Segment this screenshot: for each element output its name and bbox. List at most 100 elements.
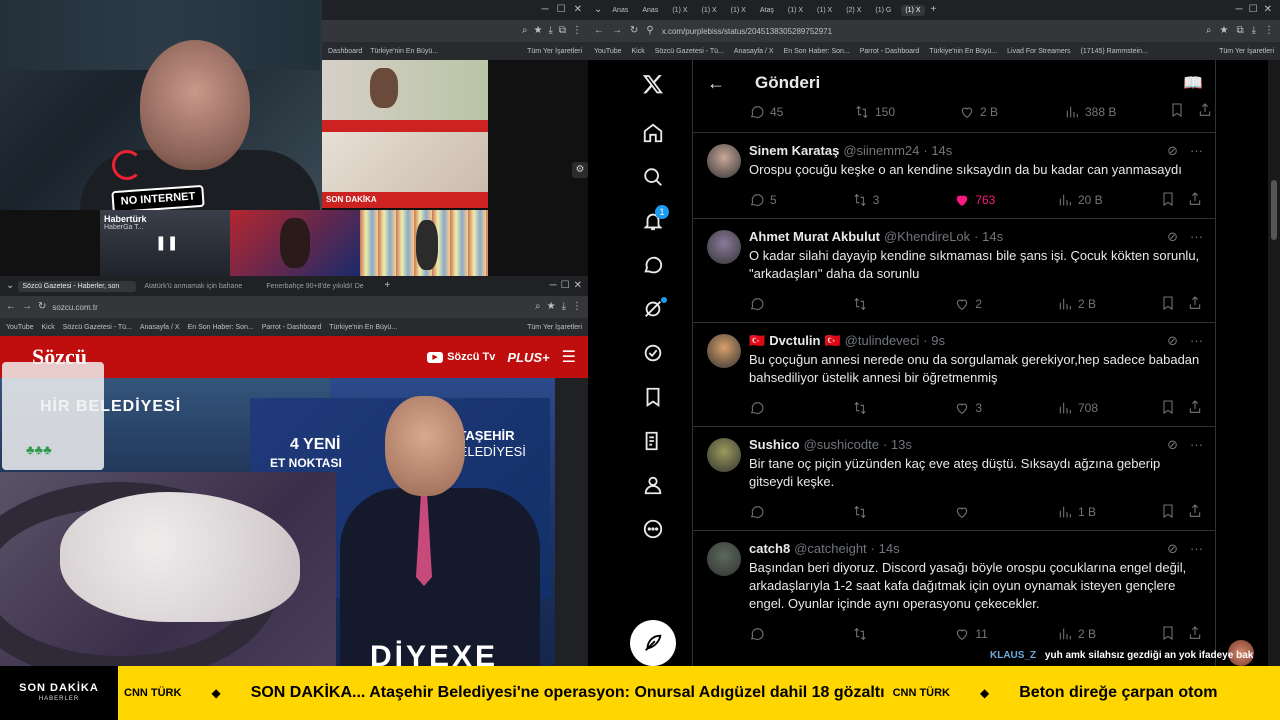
avatar[interactable] xyxy=(707,334,741,368)
reader-icon[interactable]: 📖 xyxy=(1183,73,1203,93)
author-name[interactable]: catch8 xyxy=(749,541,790,557)
grok-icon[interactable]: ⊘ xyxy=(1167,229,1178,245)
share-button[interactable] xyxy=(1187,503,1203,522)
messages-icon[interactable] xyxy=(633,247,673,283)
bookmark-all[interactable]: Tüm Yer İşaretleri xyxy=(527,48,582,55)
post-time[interactable]: · 13s xyxy=(883,437,912,453)
bookmark-turkiye[interactable]: Türkiye'nin En Büyü... xyxy=(929,48,997,55)
maximize-icon[interactable]: ☐ xyxy=(561,281,570,291)
views-button[interactable]: 1 B xyxy=(1057,504,1160,520)
author-handle[interactable]: @sushicodte xyxy=(804,437,879,453)
zoom-icon[interactable]: ⌕ xyxy=(1206,26,1212,36)
sozcu-tv-link[interactable]: ▶ Sözcü Tv xyxy=(427,351,495,363)
more-options-icon[interactable]: ··· xyxy=(1190,437,1203,453)
tab[interactable]: (1) X xyxy=(668,5,691,16)
profile-icon[interactable] xyxy=(633,467,673,503)
zoom-icon[interactable]: ⌕ xyxy=(535,302,541,312)
bookmark-sozcu[interactable]: Sözcü Gazetesi - Tü... xyxy=(655,48,724,55)
bookmark-dashboard[interactable]: Dashboard xyxy=(328,48,362,55)
bookmark-ensonhaber[interactable]: En Son Haber: Son... xyxy=(784,48,850,55)
red-news-thumb[interactable] xyxy=(230,210,360,276)
hamburger-menu-icon[interactable]: ☰ xyxy=(562,347,576,367)
repost-button[interactable] xyxy=(852,626,955,642)
views-button[interactable]: 2 B xyxy=(1057,296,1160,312)
tab[interactable]: Anas xyxy=(608,5,632,16)
reply-button[interactable] xyxy=(749,400,852,416)
tab[interactable]: (1) X xyxy=(784,5,807,16)
tab[interactable]: (1) X xyxy=(727,5,750,16)
reply-tweet[interactable]: Ahmet Murat Akbulut @KhendireLok · 14s ⊘ ···… xyxy=(693,218,1215,322)
more-options-icon[interactable]: ··· xyxy=(1190,143,1203,159)
more-icon[interactable] xyxy=(633,511,673,547)
tab[interactable]: Anas xyxy=(638,5,662,16)
views-button[interactable]: 20 B xyxy=(1057,192,1160,208)
grok-icon[interactable]: ⊘ xyxy=(1167,333,1178,349)
bookmark-youtube[interactable]: YouTube xyxy=(6,324,34,331)
download-icon[interactable]: ⤓ xyxy=(1252,26,1256,36)
like-button[interactable]: 2 xyxy=(954,296,1057,312)
star-icon[interactable]: ★ xyxy=(547,302,556,312)
minimize-icon[interactable]: ─ xyxy=(550,281,557,291)
scrollbar-thumb[interactable] xyxy=(1271,180,1277,240)
like-button[interactable]: 763 xyxy=(954,192,1057,208)
close-icon[interactable]: ✕ xyxy=(1264,5,1272,15)
pause-icon[interactable]: ❚❚ xyxy=(155,234,178,251)
tab[interactable]: (1) X xyxy=(813,5,836,16)
author-handle[interactable]: @tulindeveci xyxy=(845,333,920,349)
bookmark-turkiye[interactable]: Türkiye'nin En Büyü... xyxy=(370,48,438,55)
post-time[interactable]: · 14s xyxy=(923,143,952,159)
reload-icon[interactable]: ↻ xyxy=(38,302,46,312)
bookmark-all[interactable]: Tüm Yer İşaretleri xyxy=(1219,48,1274,55)
bookmark-button[interactable] xyxy=(1160,295,1187,314)
author-name[interactable]: Ahmet Murat Akbulut xyxy=(749,229,880,245)
articles-icon[interactable] xyxy=(633,423,673,459)
bookmark-button[interactable] xyxy=(1169,102,1197,121)
post-time[interactable]: · 14s xyxy=(871,541,900,557)
tab[interactable]: (1) X xyxy=(698,5,721,16)
bookmark-button[interactable] xyxy=(1160,399,1187,418)
zoom-icon[interactable]: ⌕ xyxy=(522,26,528,36)
back-icon[interactable]: ← xyxy=(6,302,16,312)
tab[interactable]: (2) X xyxy=(842,5,865,16)
share-button[interactable] xyxy=(1187,191,1203,210)
verified-icon[interactable] xyxy=(633,335,673,371)
like-button[interactable]: 2 B xyxy=(959,104,1064,120)
tab-active[interactable]: (1) X xyxy=(901,4,925,16)
bookmark-all[interactable]: Tüm Yer İşaretleri xyxy=(527,324,582,331)
menu-icon[interactable]: ⋮ xyxy=(1264,26,1274,36)
menu-icon[interactable]: ⋮ xyxy=(572,302,582,312)
bookmark-ensonhaber[interactable]: En Son Haber: Son... xyxy=(188,324,254,331)
grok-icon[interactable] xyxy=(633,291,673,327)
site-info-icon[interactable]: ⚲ xyxy=(646,26,653,36)
star-icon[interactable]: ★ xyxy=(1219,26,1228,36)
tab-sozcu[interactable]: Sözcü Gazetesi - Haberler, son xyxy=(18,280,137,292)
author-handle[interactable]: @siinemm24 xyxy=(843,143,919,159)
grok-icon[interactable]: ⊘ xyxy=(1167,541,1178,557)
bookmark-sozcu[interactable]: Sözcü Gazetesi - Tü... xyxy=(63,324,132,331)
reply-tweet[interactable]: Sinem Karataş @siinemm24 · 14s ⊘ ··· Orospu ç… xyxy=(693,132,1215,218)
bookmark-button[interactable] xyxy=(1160,625,1187,644)
share-button[interactable] xyxy=(1187,625,1203,644)
tab-search-icon[interactable]: ⌄ xyxy=(6,281,14,291)
minimize-icon[interactable]: ─ xyxy=(542,5,549,15)
avatar[interactable] xyxy=(707,542,741,576)
repost-button[interactable] xyxy=(852,504,955,520)
new-tab-icon[interactable]: + xyxy=(384,281,390,291)
bookmark-parrot[interactable]: Parrot - Dashboard xyxy=(860,48,920,55)
magazine-thumb[interactable] xyxy=(360,210,488,276)
bookmark-rammstein[interactable]: (17145) Rammstein... xyxy=(1081,48,1148,55)
repost-button[interactable] xyxy=(852,296,955,312)
reply-tweet[interactable]: catch8 @catcheight · 14s ⊘ ··· Başından beri … xyxy=(693,530,1215,666)
bookmark-youtube[interactable]: YouTube xyxy=(594,48,622,55)
more-options-icon[interactable]: ··· xyxy=(1190,541,1203,557)
bookmark-livad[interactable]: Livad For Streamers xyxy=(1007,48,1070,55)
bookmark-anasayfa[interactable]: Anasayfa / X xyxy=(734,48,774,55)
plus-link[interactable]: PLUS+ xyxy=(507,350,549,365)
forward-icon[interactable]: → xyxy=(612,26,622,36)
reply-tweet[interactable]: Sushico @sushicodte · 13s ⊘ ··· Bir tane oç p… xyxy=(693,426,1215,530)
tab-fenerbahce[interactable]: Fenerbahçe 90+8'de yıkıldı! De xyxy=(262,281,380,292)
reply-button[interactable]: 45 xyxy=(749,104,854,120)
share-button[interactable] xyxy=(1197,102,1213,121)
author-handle[interactable]: @KhendireLok xyxy=(884,229,970,245)
tab-ataturk[interactable]: Atatürk'ü anmamak için bahane xyxy=(140,281,258,292)
